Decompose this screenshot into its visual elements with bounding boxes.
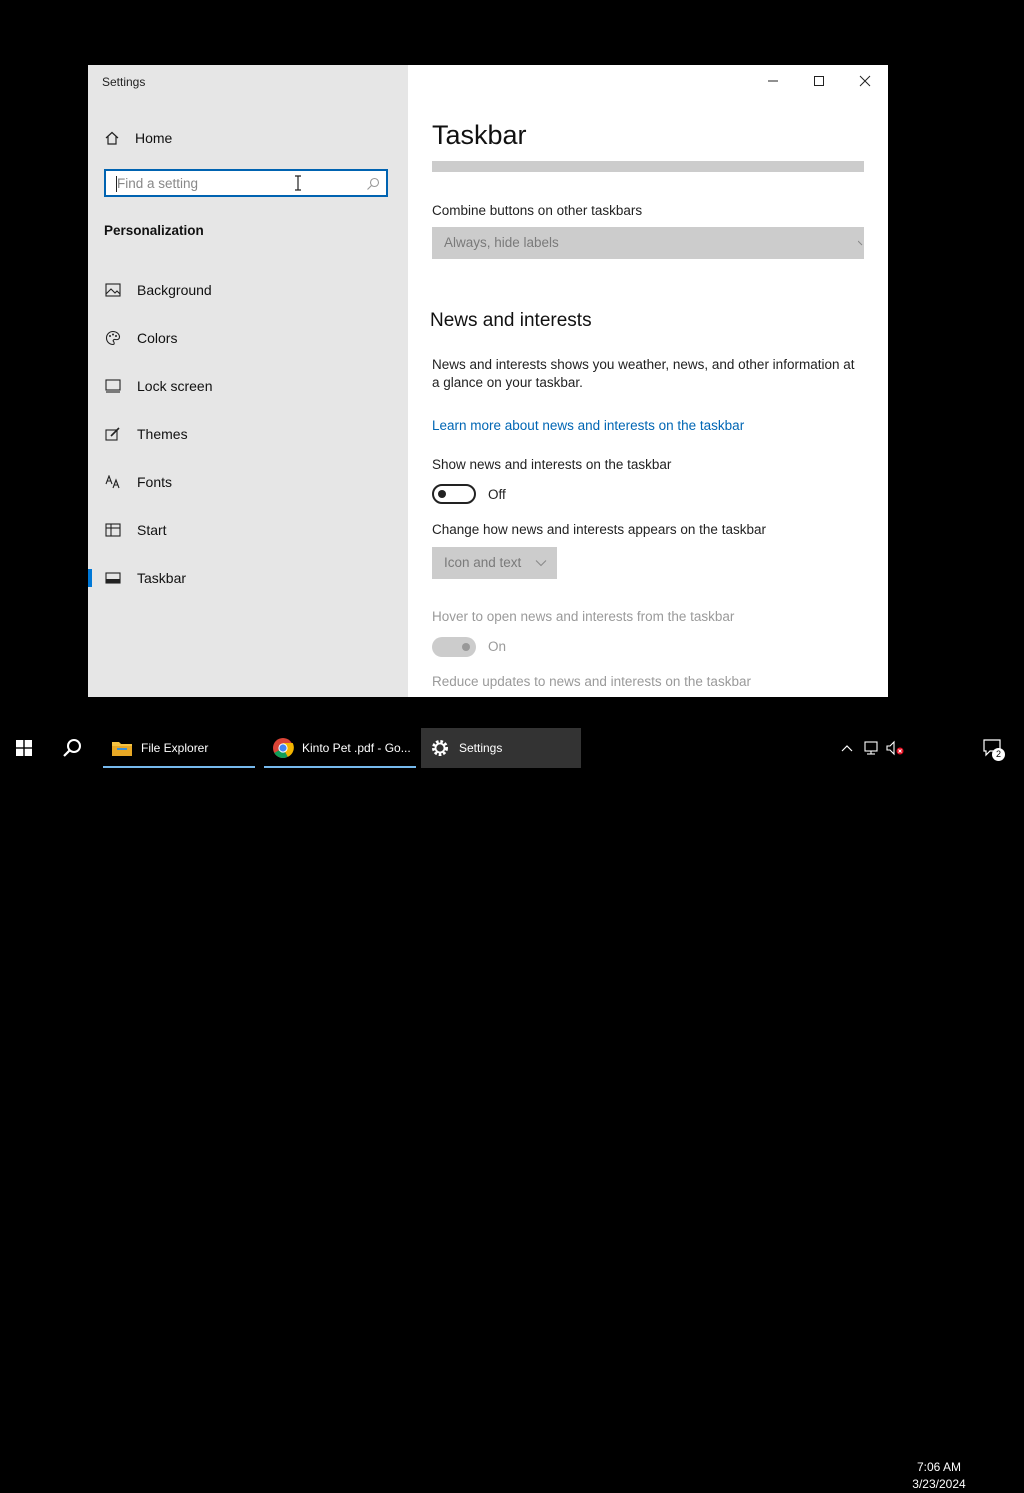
picture-icon — [104, 281, 122, 299]
maximize-icon — [814, 76, 824, 86]
appearance-dropdown[interactable]: Icon and text — [432, 547, 557, 579]
search-icon[interactable] — [366, 177, 380, 191]
volume-muted-icon — [886, 740, 904, 756]
font-icon — [104, 473, 122, 491]
sidebar-item-label: Taskbar — [137, 570, 187, 586]
page-title: Taskbar — [432, 120, 527, 150]
chevron-down-icon — [858, 240, 863, 246]
show-news-toggle[interactable] — [432, 484, 476, 504]
taskbar-app-file-explorer[interactable]: File Explorer — [103, 728, 255, 768]
close-button[interactable] — [842, 65, 888, 97]
network-icon — [864, 741, 878, 755]
home-label: Home — [135, 130, 173, 146]
toggle-knob — [462, 643, 470, 651]
maximize-button[interactable] — [796, 65, 842, 97]
taskbar-app-label: Kinto Pet .pdf - Go... — [302, 741, 411, 755]
folder-icon — [111, 737, 133, 759]
sidebar-item-label: Start — [137, 522, 167, 538]
dropdown-value: Icon and text — [444, 555, 522, 570]
home-nav[interactable]: Home — [104, 127, 172, 149]
disabled-control-remnant — [432, 161, 864, 172]
chevron-up-icon — [841, 745, 853, 752]
palette-icon — [104, 329, 122, 347]
sidebar: Settings Home Find a setting Personaliza… — [88, 65, 408, 697]
sidebar-item-taskbar[interactable]: Taskbar — [88, 561, 408, 595]
reduce-updates-label: Reduce updates to news and interests on … — [432, 674, 751, 689]
settings-window: Settings Home Find a setting Personaliza… — [88, 65, 888, 697]
start-button[interactable] — [0, 728, 48, 768]
clock-date: 3/23/2024 — [912, 1477, 966, 1491]
sidebar-item-label: Background — [137, 282, 212, 298]
sidebar-item-label: Colors — [137, 330, 178, 346]
network-tray-button[interactable] — [862, 728, 882, 768]
taskbar-app-settings[interactable]: Settings — [421, 728, 581, 768]
combine-buttons-dropdown[interactable]: Always, hide labels — [432, 227, 864, 259]
search-icon — [63, 739, 81, 757]
dropdown-value: Always, hide labels — [444, 235, 559, 250]
text-caret — [116, 176, 117, 192]
sidebar-item-background[interactable]: Background — [88, 273, 408, 307]
toggle-state-label: On — [488, 639, 507, 654]
sidebar-item-label: Fonts — [137, 474, 173, 490]
content-pane: Taskbar Combine buttons on other taskbar… — [408, 65, 888, 697]
notification-badge: 2 — [992, 748, 1005, 761]
minimize-button[interactable] — [750, 65, 796, 97]
news-section-heading: News and interests — [430, 310, 592, 331]
clock[interactable]: 7:06 AM 3/23/2024 — [905, 1459, 973, 1493]
taskbar-app-chrome[interactable]: Kinto Pet .pdf - Go... — [264, 728, 416, 768]
windows-logo-icon — [16, 740, 32, 756]
close-icon — [859, 75, 871, 87]
volume-tray-button[interactable] — [884, 728, 906, 768]
sidebar-item-themes[interactable]: Themes — [88, 417, 408, 451]
news-description: News and interests shows you weather, ne… — [432, 357, 855, 390]
start-icon — [104, 521, 122, 539]
lock-screen-icon — [104, 377, 122, 395]
gear-icon — [429, 737, 451, 759]
learn-more-link[interactable]: Learn more about news and interests on t… — [432, 418, 744, 433]
action-center-button[interactable]: 2 — [980, 728, 1006, 768]
search-placeholder: Find a setting — [117, 176, 199, 191]
search-input[interactable]: Find a setting — [104, 169, 388, 197]
toggle-state-label: Off — [488, 487, 506, 502]
chrome-icon — [272, 737, 294, 759]
hover-open-toggle[interactable] — [432, 637, 476, 657]
search-taskbar-button[interactable] — [48, 728, 96, 768]
show-hidden-icons-button[interactable] — [838, 728, 856, 768]
taskbar: File Explorer Kinto Pet .pdf - Go... Set… — [0, 728, 1024, 1491]
home-icon — [105, 131, 119, 145]
minimize-icon — [768, 80, 778, 82]
appearance-label: Change how news and interests appears on… — [432, 522, 766, 537]
brush-icon — [104, 425, 122, 443]
sidebar-item-lock-screen[interactable]: Lock screen — [88, 369, 408, 403]
sidebar-item-colors[interactable]: Colors — [88, 321, 408, 355]
mouse-cursor-ibeam-icon — [295, 175, 301, 191]
sidebar-item-label: Themes — [137, 426, 188, 442]
show-news-label: Show news and interests on the taskbar — [432, 457, 672, 472]
combine-buttons-label: Combine buttons on other taskbars — [432, 203, 643, 218]
clock-time: 7:06 AM — [916, 1460, 962, 1474]
sidebar-item-label: Lock screen — [137, 378, 213, 394]
window-title: Settings — [102, 75, 146, 89]
taskbar-app-label: File Explorer — [141, 741, 209, 755]
hover-open-label: Hover to open news and interests from th… — [432, 609, 735, 624]
toggle-knob — [438, 490, 446, 498]
sidebar-item-fonts[interactable]: Fonts — [88, 465, 408, 499]
sidebar-item-start[interactable]: Start — [88, 513, 408, 547]
taskbar-app-label: Settings — [459, 741, 503, 755]
taskbar-icon — [104, 569, 122, 587]
section-heading: Personalization — [104, 223, 204, 238]
chevron-down-icon — [535, 560, 547, 567]
